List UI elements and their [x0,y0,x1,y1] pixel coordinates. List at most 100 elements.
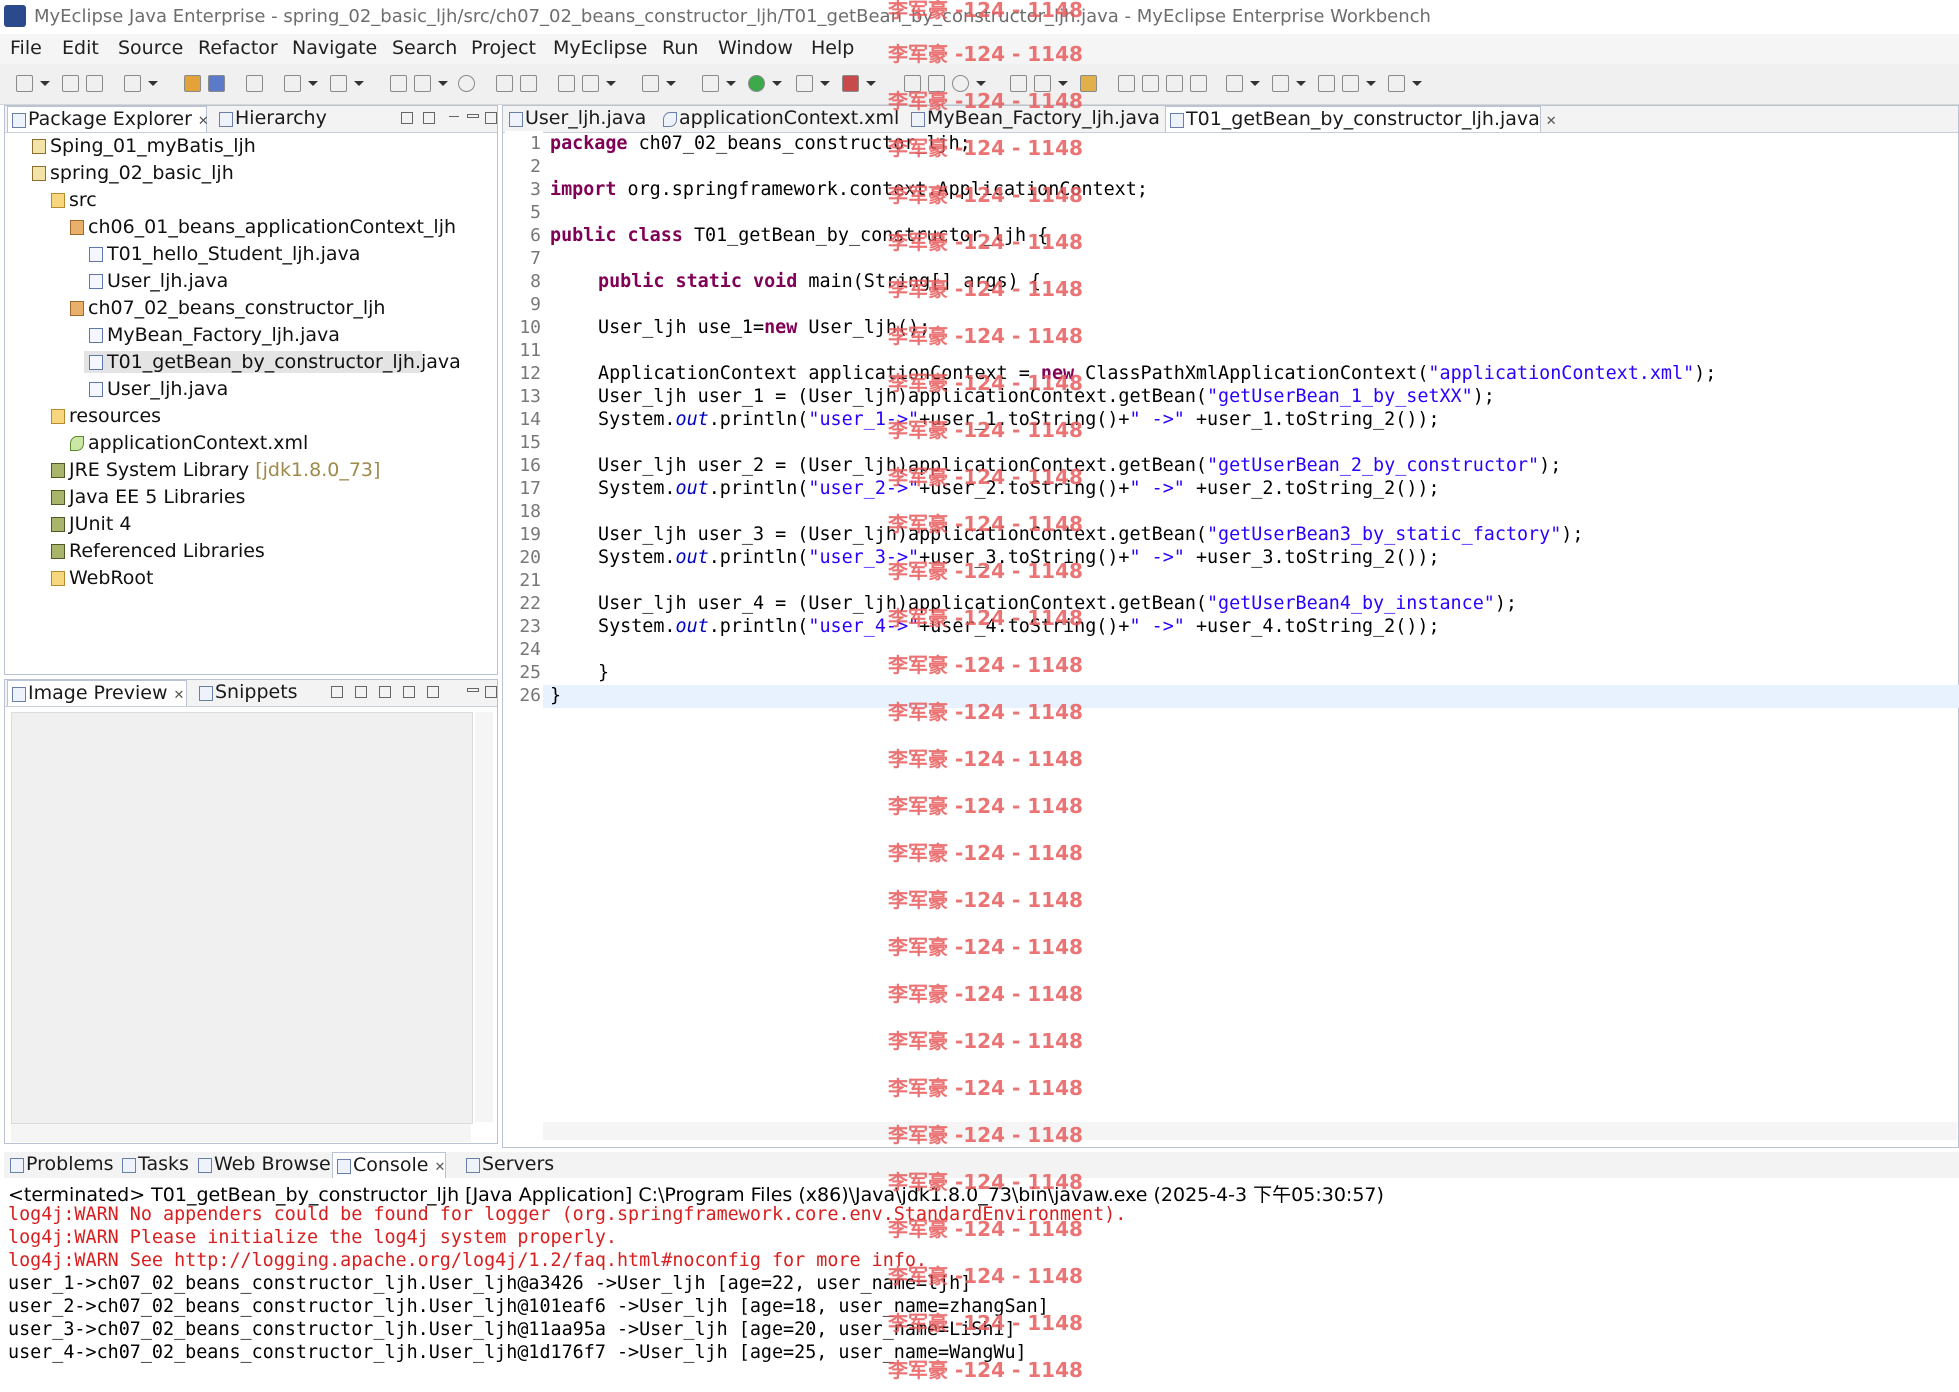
tree-folder-webroot[interactable]: WebRoot [51,567,153,589]
open-resource-icon[interactable] [582,75,599,92]
tab-web-browser[interactable]: Web Browser [194,1152,338,1178]
actual-size-icon[interactable] [403,686,415,698]
menu-edit[interactable]: Edit [62,37,99,59]
menu-help[interactable]: Help [811,37,854,59]
next-annotation-icon[interactable] [1226,75,1243,92]
menu-search[interactable]: Search [392,37,457,59]
fit-icon[interactable] [427,686,439,698]
close-icon[interactable]: ✕ [1546,114,1557,129]
menu-project[interactable]: Project [471,37,536,59]
library-icon [51,463,65,478]
server-icon[interactable] [246,75,263,92]
tree-package-ch07[interactable]: ch07_02_beans_constructor_ljh [70,297,385,319]
tab-tasks[interactable]: Tasks [118,1152,192,1178]
open-type-icon[interactable] [558,75,575,92]
console-output-line: user_1->ch07_02_beans_constructor_ljh.Us… [8,1273,972,1294]
tree-lib-javaee[interactable]: Java EE 5 Libraries [51,486,245,508]
close-icon[interactable]: ✕ [198,114,209,129]
tree-project-sping01[interactable]: Sping_01_myBatis_ljh [32,135,256,157]
menu-file[interactable]: File [10,37,42,59]
menu-window[interactable]: Window [718,37,793,59]
collapse-all-icon[interactable] [401,112,413,124]
link-editor-icon[interactable] [423,112,435,124]
tab-hierarchy[interactable]: Hierarchy [215,106,335,132]
struts-icon[interactable] [390,75,407,92]
tab-applicationcontext-xml[interactable]: applicationContext.xml [659,106,899,132]
globe-icon[interactable] [458,75,475,92]
coverage-icon[interactable] [796,75,813,92]
tab-image-preview[interactable]: Image Preview ✕ [7,680,187,706]
tree-lib-junit[interactable]: JUnit 4 [51,513,131,535]
tree-lib-jre[interactable]: JRE System Library [jdk1.8.0_73] [51,459,380,481]
deploy-icon[interactable] [208,75,225,92]
tree-file-t01-hello[interactable]: T01_hello_Student_ljh.java [89,243,360,265]
forward-icon[interactable] [1388,75,1405,92]
code-line-10[interactable]: User_ljh use_1=new User_ljh(); [598,317,930,338]
maximize-icon[interactable] [485,686,497,698]
zoom-out-icon[interactable] [355,686,367,698]
minimize-icon[interactable] [467,114,479,118]
tab-servers[interactable]: Servers [462,1152,562,1178]
forward-arrow-icon[interactable] [520,75,537,92]
print-icon[interactable] [86,75,103,92]
tree-file-user-ch07[interactable]: User_ljh.java [89,378,228,400]
zoom-in-icon[interactable] [379,686,391,698]
preview-vertical-scrollbar[interactable] [475,712,493,1122]
watermark: 李军豪 -124 - 1148 [888,371,1083,395]
tab-snippets[interactable]: Snippets [195,680,315,706]
back-arrow-icon[interactable] [496,75,513,92]
line-number: 26 [519,685,541,706]
minimize-icon[interactable] [467,688,479,692]
debug-icon[interactable] [702,75,719,92]
tree-file-mybean-factory[interactable]: MyBean_Factory_ljh.java [89,324,340,346]
new-wizard-icon[interactable] [124,75,141,92]
pin-icon[interactable] [1118,75,1135,92]
watermark: 李军豪 -124 - 1148 [888,89,1083,113]
debug-config-icon[interactable] [284,75,301,92]
code-line-26[interactable]: } [550,685,561,706]
back-icon[interactable] [1342,75,1359,92]
format-icon[interactable] [1190,75,1207,92]
external-tools-icon[interactable] [842,75,859,92]
menu-source[interactable]: Source [118,37,183,59]
package-icon[interactable] [184,75,201,92]
tab-console[interactable]: Console ✕ [332,1152,446,1178]
tree-folder-resources[interactable]: resources [51,405,161,427]
line-number: 15 [519,432,541,453]
tree-folder-src[interactable]: src [51,189,97,211]
last-edit-icon[interactable] [1318,75,1335,92]
menu-navigate[interactable]: Navigate [292,37,377,59]
code-line-19[interactable]: User_ljh user_3 = (User_ljh)applicationC… [598,524,1583,545]
tab-t01-getbean[interactable]: T01_getBean_by_constructor_ljh.java ✕ [1165,106,1557,132]
maximize-icon[interactable] [485,112,497,124]
menu-run[interactable]: Run [662,37,698,59]
run-icon[interactable] [748,75,765,92]
tree-lib-referenced[interactable]: Referenced Libraries [51,540,265,562]
view-menu-icon[interactable] [449,116,459,117]
new-icon[interactable] [16,75,33,92]
prev-annotation-icon[interactable] [1272,75,1289,92]
block-icon[interactable] [1166,75,1183,92]
code-line-25[interactable]: } [598,662,609,683]
jsp-icon[interactable] [414,75,431,92]
tree-package-ch06[interactable]: ch06_01_beans_applicationContext_ljh [70,216,456,238]
search-tool-icon[interactable] [330,75,347,92]
tab-user-ljh[interactable]: User_ljh.java [505,106,649,132]
insert-icon[interactable] [331,686,343,698]
close-icon[interactable]: ✕ [174,688,185,703]
save-icon[interactable] [62,75,79,92]
editor-horizontal-scrollbar[interactable] [543,1122,1957,1140]
tab-problems[interactable]: Problems [6,1152,114,1178]
tab-package-explorer[interactable]: Package Explorer ✕ [7,106,209,132]
close-icon[interactable]: ✕ [434,1160,445,1175]
menu-refactor[interactable]: Refactor [198,37,278,59]
code-line-12[interactable]: ApplicationContext applicationContext = … [598,363,1716,384]
pen-icon[interactable] [1142,75,1159,92]
tree-file-appcontext-xml[interactable]: applicationContext.xml [70,432,308,454]
tree-file-t01-getbean[interactable]: T01_getBean_by_constructor_ljh.java [84,351,461,373]
menu-myeclipse[interactable]: MyEclipse [553,37,647,59]
preview-horizontal-scrollbar[interactable] [11,1124,471,1142]
console-view-icon[interactable] [642,75,659,92]
tree-file-user-ch06[interactable]: User_ljh.java [89,270,228,292]
tree-project-spring02[interactable]: spring_02_basic_ljh [32,162,234,184]
